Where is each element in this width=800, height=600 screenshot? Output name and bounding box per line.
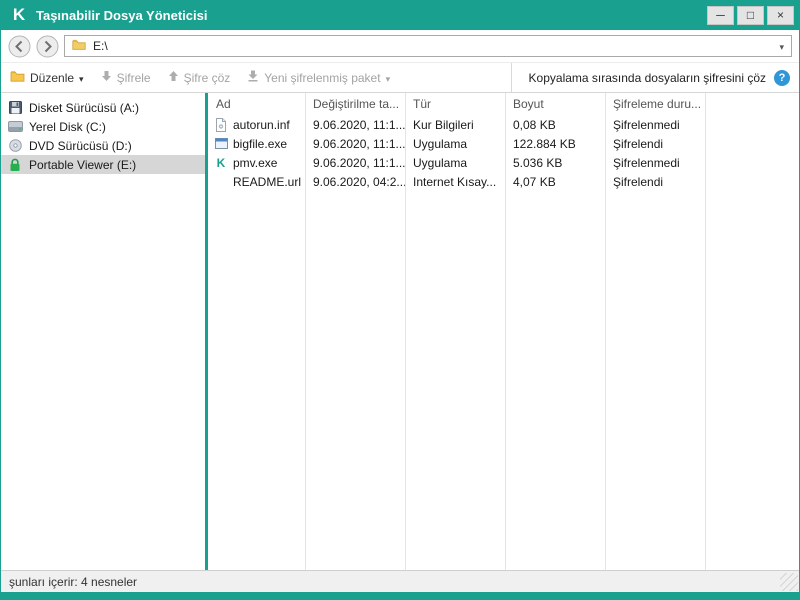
window-controls: ─ □ × <box>707 5 794 25</box>
toolbar-right-group: Kopyalama sırasında dosyaların şifresini… <box>529 69 790 86</box>
file-date: 9.06.2020, 11:1... <box>313 136 405 151</box>
hard-disk-icon <box>7 121 23 132</box>
toolbar: Düzenle Şifrele Şifre çöz Yeni şifrelenm… <box>1 62 799 93</box>
address-text: E:\ <box>93 39 108 53</box>
file-name: autorun.inf <box>233 117 290 132</box>
folder-icon <box>10 70 25 85</box>
dvd-icon <box>7 139 23 152</box>
toolbar-separator <box>510 63 512 92</box>
decrypt-button[interactable]: Şifre çöz <box>168 70 231 85</box>
column-header-date[interactable]: Değiştirilme ta... <box>305 97 405 111</box>
file-name-cell: bigfile.exe <box>208 137 305 151</box>
new-encrypted-package-button[interactable]: Yeni şifrelenmiş paket <box>247 70 390 85</box>
arrow-down-icon <box>101 70 112 85</box>
kaspersky-logo-icon: K <box>12 5 26 24</box>
file-list: Ad Değiştirilme ta... Tür Boyut Şifrelem… <box>208 93 799 570</box>
file-type: Uygulama <box>413 155 468 170</box>
file-size: 0,08 KB <box>513 117 556 132</box>
file-size: 5.036 KB <box>513 155 563 170</box>
file-status: Şifrelendi <box>613 136 664 151</box>
file-type: Uygulama <box>413 136 468 151</box>
file-name-cell: README.url <box>208 175 305 189</box>
close-button[interactable]: × <box>767 5 794 25</box>
kaspersky-app-icon: K <box>216 155 226 170</box>
list-header: Ad Değiştirilme ta... Tür Boyut Şifrelem… <box>208 93 799 115</box>
folder-icon <box>72 39 86 53</box>
maximize-button[interactable]: □ <box>737 5 764 25</box>
encrypt-button[interactable]: Şifrele <box>101 70 151 85</box>
column-header-name[interactable]: Ad <box>208 97 305 111</box>
file-name: README.url <box>233 174 302 189</box>
file-name: pmv.exe <box>233 155 278 170</box>
setup-file-icon <box>214 117 228 132</box>
chevron-down-icon <box>79 71 84 85</box>
column-header-status[interactable]: Şifreleme duru... <box>605 97 705 111</box>
table-row[interactable]: K pmv.exe 9.06.2020, 11:1... Uygulama 5.… <box>208 153 799 172</box>
file-name: bigfile.exe <box>233 136 288 151</box>
decrypt-label: Şifre çöz <box>183 70 231 85</box>
sidebar-item-floppy-a[interactable]: Disket Sürücüsü (A:) <box>1 98 205 117</box>
file-size: 122.884 KB <box>513 136 576 151</box>
sidebar-item-local-disk-c[interactable]: Yerel Disk (C:) <box>1 117 205 136</box>
status-bar: şunları içerir: 4 nesneler <box>1 570 799 592</box>
minimize-button[interactable]: ─ <box>707 5 734 25</box>
sidebar-item-label: DVD Sürücüsü (D:) <box>29 138 132 153</box>
column-header-type[interactable]: Tür <box>405 97 505 111</box>
sidebar-item-portable-viewer-e[interactable]: Portable Viewer (E:) <box>1 155 205 174</box>
title-bar: K Taşınabilir Dosya Yöneticisi ─ □ × <box>1 0 799 30</box>
address-bar[interactable]: E:\ <box>64 35 792 57</box>
sidebar-item-label: Disket Sürücüsü (A:) <box>29 100 140 115</box>
file-type: Kur Bilgileri <box>413 117 474 132</box>
file-status: Şifrelendi <box>613 174 664 189</box>
organize-label: Düzenle <box>30 70 75 85</box>
file-date: 9.06.2020, 04:2... <box>313 174 405 189</box>
floppy-icon <box>7 101 23 114</box>
sidebar-item-dvd-d[interactable]: DVD Sürücüsü (D:) <box>1 136 205 155</box>
file-date: 9.06.2020, 11:1... <box>313 117 405 132</box>
encrypt-label: Şifrele <box>116 70 151 85</box>
file-type: Internet Kısay... <box>413 174 497 189</box>
sidebar-item-label: Yerel Disk (C:) <box>29 119 106 134</box>
sidebar-item-label: Portable Viewer (E:) <box>29 157 137 172</box>
drive-tree: Disket Sürücüsü (A:) Yerel Disk (C:) DVD… <box>1 93 205 570</box>
file-status: Şifrelenmedi <box>613 117 680 132</box>
status-text: şunları içerir: 4 nesneler <box>9 574 138 589</box>
chevron-down-icon <box>386 71 391 85</box>
table-row[interactable]: bigfile.exe 9.06.2020, 11:1... Uygulama … <box>208 134 799 153</box>
arrow-up-icon <box>168 70 179 85</box>
resize-grip[interactable] <box>780 573 798 591</box>
window-title: Taşınabilir Dosya Yöneticisi <box>36 7 208 23</box>
forward-button[interactable] <box>36 35 59 58</box>
file-name-cell: autorun.inf <box>208 117 305 132</box>
window: K Taşınabilir Dosya Yöneticisi ─ □ × E:\ <box>0 0 800 600</box>
file-name-cell: K pmv.exe <box>208 156 305 170</box>
application-icon <box>214 137 228 151</box>
decrypt-on-copy-label[interactable]: Kopyalama sırasında dosyaların şifresini… <box>529 71 766 85</box>
back-button[interactable] <box>8 35 31 58</box>
column-header-size[interactable]: Boyut <box>505 97 605 111</box>
file-size: 4,07 KB <box>513 174 556 189</box>
table-row[interactable]: README.url 9.06.2020, 04:2... Internet K… <box>208 172 799 191</box>
file-status: Şifrelenmedi <box>613 155 680 170</box>
new-encrypted-package-label: Yeni şifrelenmiş paket <box>264 70 381 85</box>
file-date: 9.06.2020, 11:1... <box>313 155 405 170</box>
file-icon <box>214 175 228 189</box>
table-row[interactable]: autorun.inf 9.06.2020, 11:1... Kur Bilgi… <box>208 115 799 134</box>
package-arrow-icon <box>247 70 259 85</box>
main-area: Disket Sürücüsü (A:) Yerel Disk (C:) DVD… <box>1 93 799 570</box>
lock-icon <box>7 158 23 172</box>
window-bottom-border <box>1 592 799 600</box>
chevron-down-icon[interactable] <box>779 39 784 53</box>
navigation-bar: E:\ <box>1 30 799 62</box>
help-icon[interactable] <box>774 69 790 86</box>
organize-button[interactable]: Düzenle <box>10 70 84 85</box>
